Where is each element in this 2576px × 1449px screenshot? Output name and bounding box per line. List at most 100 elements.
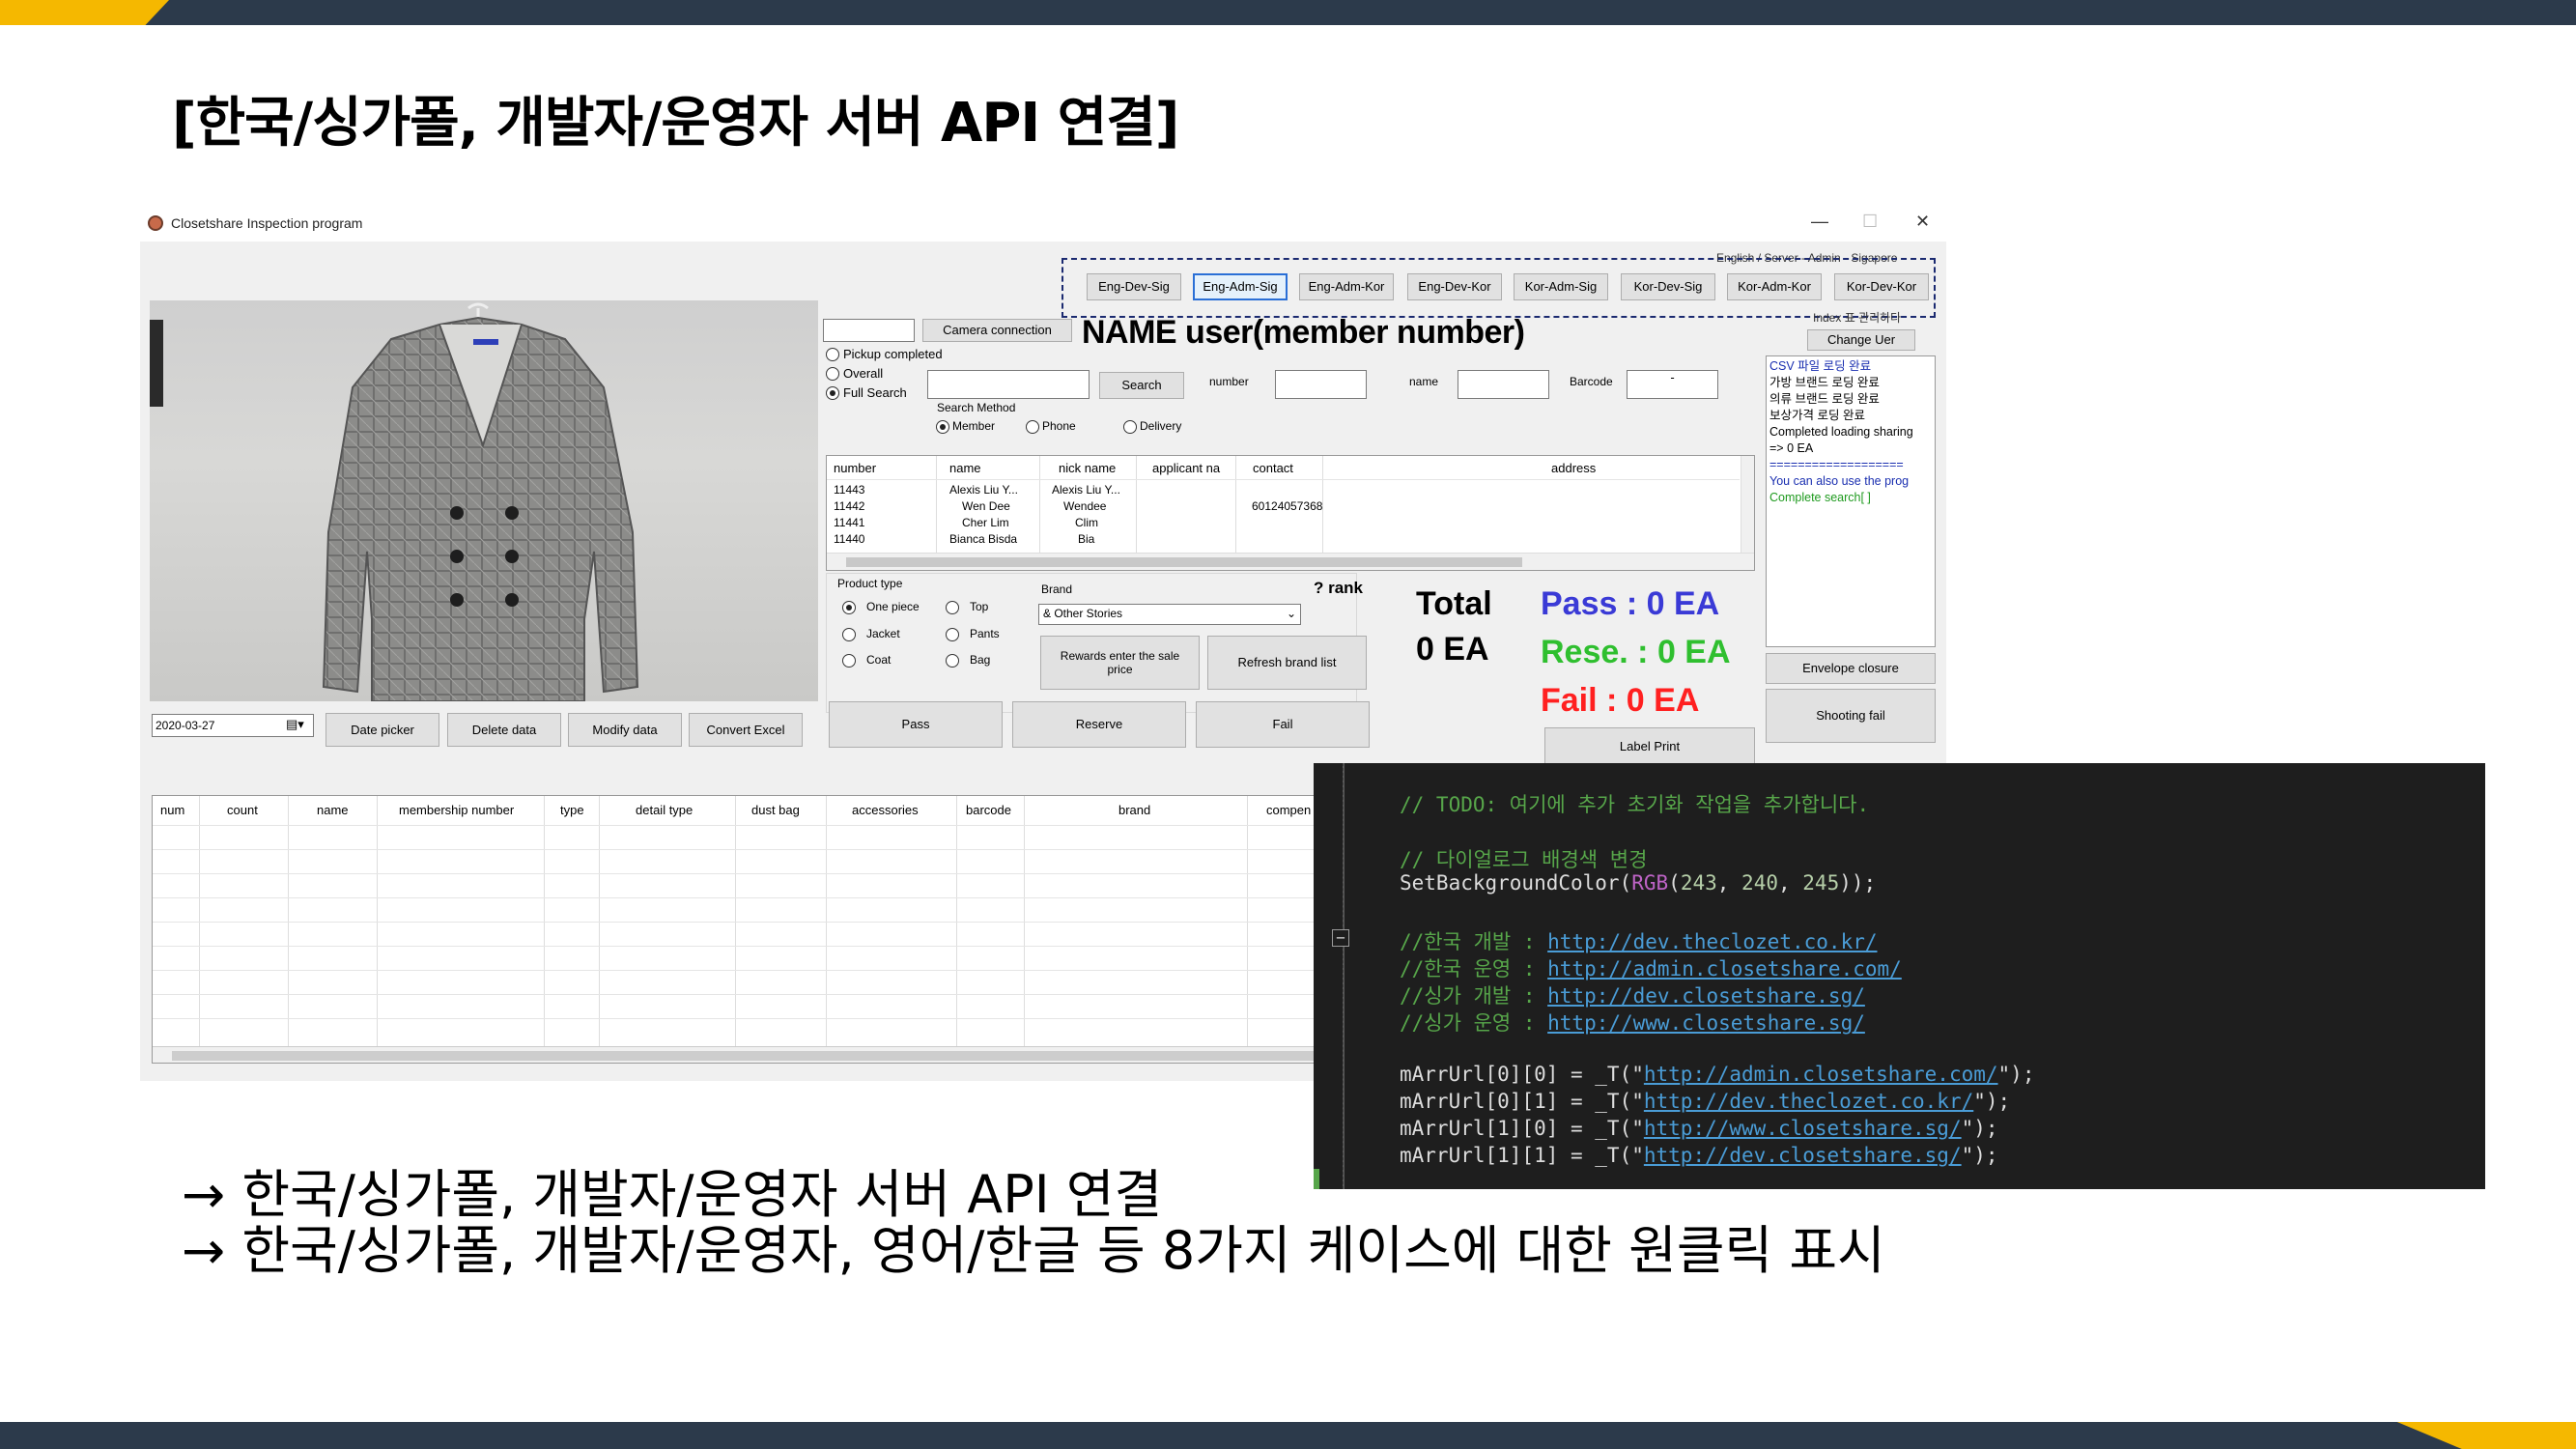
- reserve-button[interactable]: Reserve: [1012, 701, 1186, 748]
- code-url-link[interactable]: http://www.closetshare.sg/: [1547, 1011, 1865, 1035]
- row-number: 11441: [834, 516, 865, 529]
- radio-type-coat[interactable]: [842, 654, 856, 668]
- maximize-icon[interactable]: ☐: [1862, 212, 1878, 232]
- product-type-label: Product type: [837, 577, 903, 590]
- radio-full-search[interactable]: [826, 386, 839, 400]
- date-value: 2020-03-27: [156, 719, 215, 732]
- col-membership-number[interactable]: membership number: [399, 803, 514, 817]
- shooting-fail-button[interactable]: Shooting fail: [1766, 689, 1936, 743]
- number-input[interactable]: [1275, 370, 1367, 399]
- radio-type-bag[interactable]: [946, 654, 959, 668]
- date-field[interactable]: 2020-03-27 ▤▾: [152, 714, 314, 737]
- calendar-icon[interactable]: ▤▾: [286, 717, 304, 732]
- method-member-label: Member: [952, 419, 996, 433]
- radio-method-phone[interactable]: [1026, 420, 1039, 434]
- col-accessories[interactable]: accessories: [852, 803, 919, 817]
- pass-count: Pass : 0 EA: [1541, 585, 1720, 622]
- horizontal-scrollbar[interactable]: [827, 553, 1754, 570]
- col-compen[interactable]: compen: [1266, 803, 1311, 817]
- row-number: 11443: [834, 483, 865, 497]
- col-applicant[interactable]: applicant na: [1152, 461, 1220, 475]
- col-dust-bag[interactable]: dust bag: [751, 803, 800, 817]
- col-type[interactable]: type: [560, 803, 584, 817]
- radio-type-pants[interactable]: [946, 628, 959, 641]
- code-text: mArrUrl[1][0] = _T(": [1400, 1117, 1644, 1140]
- envelope-closure-button[interactable]: Envelope closure: [1766, 653, 1936, 684]
- fail-button[interactable]: Fail: [1196, 701, 1370, 748]
- refresh-brand-list-button[interactable]: Refresh brand list: [1207, 636, 1367, 690]
- date-picker-button[interactable]: Date picker: [326, 713, 439, 747]
- modify-data-button[interactable]: Modify data: [568, 713, 682, 747]
- log-line: => 0 EA: [1769, 441, 1814, 455]
- code-comment: //한국 운영 :: [1400, 957, 1548, 980]
- col-num[interactable]: num: [160, 803, 184, 817]
- radio-type-jacket[interactable]: [842, 628, 856, 641]
- col-number[interactable]: number: [834, 461, 876, 475]
- row-nickname: Alexis Liu Y...: [1052, 483, 1120, 497]
- col-nick-name[interactable]: nick name: [1059, 461, 1116, 475]
- convert-excel-button[interactable]: Convert Excel: [689, 713, 803, 747]
- slide-title: [한국/싱가폴, 개발자/운영자 서버 API 연결]: [172, 92, 1179, 155]
- server-button-kor-adm-kor[interactable]: Kor-Adm-Kor: [1727, 273, 1822, 300]
- rank-label: ? rank: [1314, 579, 1364, 597]
- brand-select[interactable]: & Other Stories ⌄: [1038, 604, 1301, 625]
- server-button-eng-dev-sig[interactable]: Eng-Dev-Sig: [1087, 273, 1181, 300]
- table-horizontal-scrollbar[interactable]: [153, 1046, 1455, 1063]
- server-button-eng-adm-kor[interactable]: Eng-Adm-Kor: [1299, 273, 1394, 300]
- radio-type-one-piece[interactable]: [842, 601, 856, 614]
- col-count[interactable]: count: [227, 803, 258, 817]
- code-line: // TODO: 여기에 추가 초기화 작업을 추가합니다.: [1400, 793, 1870, 816]
- server-button-eng-adm-sig[interactable]: Eng-Adm-Sig: [1193, 273, 1288, 300]
- radio-method-member[interactable]: [936, 420, 949, 434]
- pass-button[interactable]: Pass: [829, 701, 1003, 748]
- code-url-link[interactable]: http://dev.closetshare.sg/: [1644, 1144, 1962, 1167]
- radio-overall[interactable]: [826, 367, 839, 381]
- code-url-link[interactable]: http://dev.closetshare.sg/: [1547, 984, 1865, 1008]
- app-logo-icon: [148, 215, 163, 231]
- vertical-scrollbar[interactable]: [1741, 456, 1754, 553]
- col-name[interactable]: name: [949, 461, 981, 475]
- fold-collapse-icon[interactable]: −: [1332, 929, 1349, 947]
- type-top-label: Top: [970, 600, 989, 613]
- search-input[interactable]: [927, 370, 1090, 399]
- scrollbar-thumb[interactable]: [172, 1051, 1447, 1061]
- col-detail-type[interactable]: detail type: [636, 803, 693, 817]
- row-nickname: Bia: [1078, 532, 1095, 546]
- code-url-link[interactable]: http://www.closetshare.sg/: [1644, 1117, 1962, 1140]
- server-button-kor-adm-sig[interactable]: Kor-Adm-Sig: [1514, 273, 1608, 300]
- radio-method-delivery[interactable]: [1123, 420, 1137, 434]
- scrollbar-thumb[interactable]: [846, 557, 1522, 567]
- label-print-button[interactable]: Label Print: [1544, 727, 1755, 766]
- delete-data-button[interactable]: Delete data: [447, 713, 561, 747]
- col-barcode[interactable]: barcode: [966, 803, 1011, 817]
- code-url-link[interactable]: http://admin.closetshare.com/: [1644, 1063, 1998, 1086]
- radio-pickup-completed-label: Pickup completed: [843, 347, 943, 361]
- window-titlebar: Closetshare Inspection program — ☐ ✕: [140, 206, 1946, 242]
- name-input[interactable]: [1458, 370, 1549, 399]
- code-url-link[interactable]: http://admin.closetshare.com/: [1547, 957, 1902, 980]
- code-url-link[interactable]: http://dev.theclozet.co.kr/: [1547, 930, 1877, 953]
- reserve-count: Rese. : 0 EA: [1541, 634, 1731, 670]
- barcode-input[interactable]: -: [1627, 370, 1718, 399]
- col-contact[interactable]: contact: [1253, 461, 1293, 475]
- col-address[interactable]: address: [1551, 461, 1596, 475]
- radio-type-top[interactable]: [946, 601, 959, 614]
- log-line: CSV 파일 로딩 완료: [1769, 359, 1872, 373]
- row-number: 11442: [834, 499, 865, 513]
- server-button-eng-dev-kor[interactable]: Eng-Dev-Kor: [1407, 273, 1502, 300]
- camera-connection-button[interactable]: Camera connection: [922, 319, 1072, 342]
- server-button-kor-dev-kor[interactable]: Kor-Dev-Kor: [1834, 273, 1929, 300]
- change-user-button[interactable]: Change Uer: [1807, 329, 1915, 351]
- camera-input[interactable]: [823, 319, 915, 342]
- search-button[interactable]: Search: [1099, 372, 1184, 399]
- code-line: SetBackgroundColor(RGB(243, 240, 245));: [1400, 871, 1877, 895]
- row-name: Bianca Bisda: [949, 532, 1018, 546]
- server-button-kor-dev-sig[interactable]: Kor-Dev-Sig: [1621, 273, 1715, 300]
- close-icon[interactable]: ✕: [1915, 212, 1930, 232]
- radio-pickup-completed[interactable]: [826, 348, 839, 361]
- col-brand[interactable]: brand: [1118, 803, 1150, 817]
- minimize-icon[interactable]: —: [1811, 212, 1828, 232]
- rewards-sale-price-button[interactable]: Rewards enter the sale price: [1040, 636, 1200, 690]
- col-name[interactable]: name: [317, 803, 349, 817]
- code-url-link[interactable]: http://dev.theclozet.co.kr/: [1644, 1090, 1973, 1113]
